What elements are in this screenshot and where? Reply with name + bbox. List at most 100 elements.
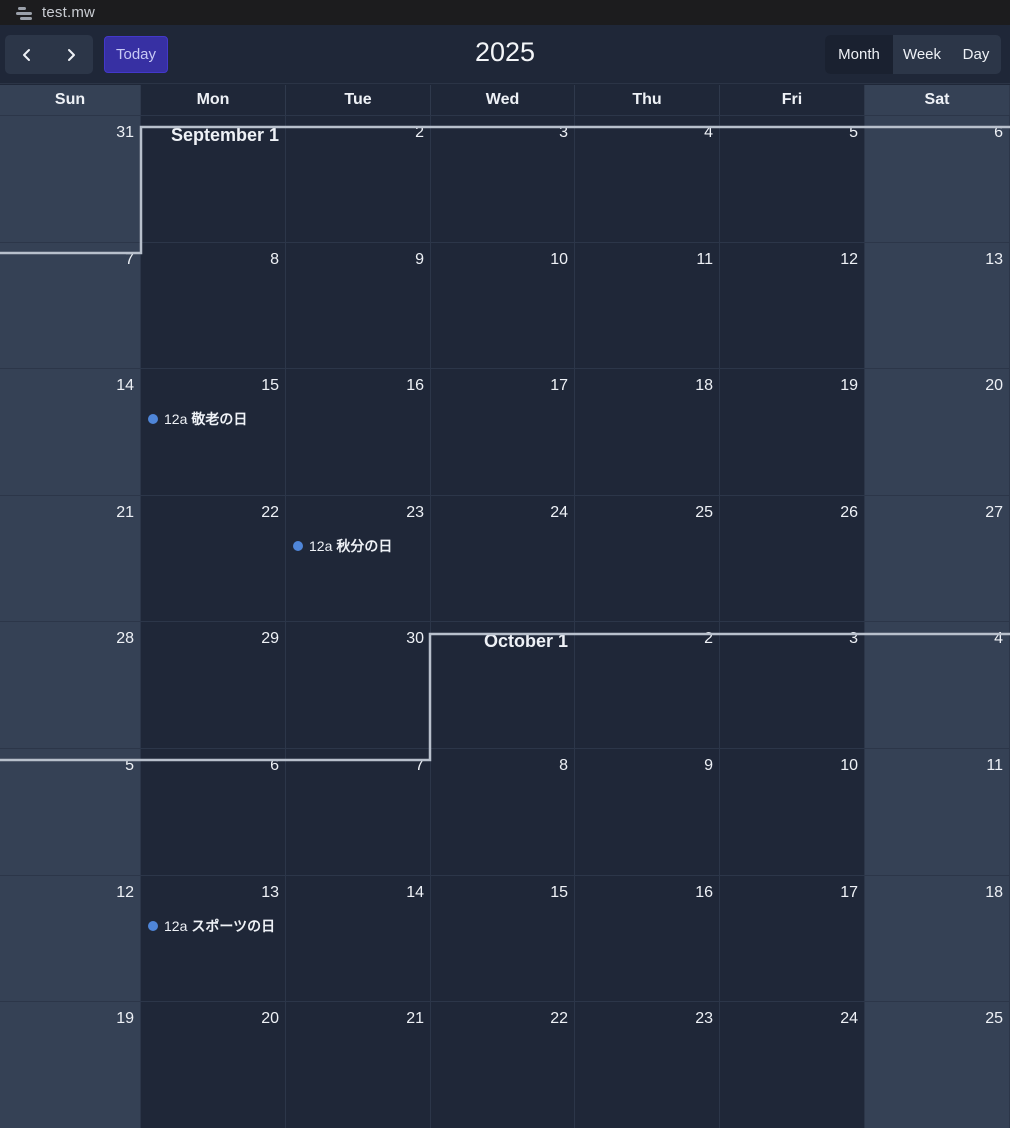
day-cell[interactable]: 9 xyxy=(286,242,431,368)
day-number[interactable]: 18 xyxy=(695,377,713,395)
calendar-event[interactable]: 12a 秋分の日 xyxy=(293,536,392,556)
day-number[interactable]: 18 xyxy=(985,884,1003,902)
day-cell[interactable]: 23 xyxy=(575,1001,720,1128)
day-number[interactable]: 4 xyxy=(704,124,713,142)
day-number[interactable]: 6 xyxy=(270,757,279,775)
day-cell[interactable]: 6 xyxy=(141,748,286,875)
day-cell[interactable]: 20 xyxy=(141,1001,286,1128)
day-cell[interactable]: 5 xyxy=(720,115,865,242)
day-cell[interactable]: 15 xyxy=(431,875,575,1001)
day-cell[interactable]: 8 xyxy=(141,242,286,368)
day-number[interactable]: 12 xyxy=(840,251,858,269)
day-number[interactable]: 27 xyxy=(985,504,1003,522)
day-number[interactable]: 3 xyxy=(559,124,568,142)
day-number[interactable]: 21 xyxy=(116,504,134,522)
day-cell[interactable]: 15 12a 敬老の日 xyxy=(141,368,286,495)
day-cell[interactable]: 10 xyxy=(431,242,575,368)
day-number[interactable]: 21 xyxy=(406,1010,424,1028)
day-cell[interactable]: 23 12a 秋分の日 xyxy=(286,495,431,621)
day-number[interactable]: 16 xyxy=(406,377,424,395)
day-cell[interactable]: 18 xyxy=(575,368,720,495)
day-number[interactable]: 10 xyxy=(550,251,568,269)
day-cell[interactable]: 18 xyxy=(865,875,1010,1001)
day-number[interactable]: 9 xyxy=(704,757,713,775)
day-cell[interactable]: 10 xyxy=(720,748,865,875)
day-number[interactable]: 31 xyxy=(116,124,134,142)
day-number[interactable]: 28 xyxy=(116,630,134,648)
day-number[interactable]: 13 xyxy=(985,251,1003,269)
day-number[interactable]: 4 xyxy=(994,630,1003,648)
day-number[interactable]: 22 xyxy=(550,1010,568,1028)
day-cell[interactable]: 31 xyxy=(0,115,141,242)
day-cell[interactable]: 30 xyxy=(286,621,431,748)
day-number[interactable]: 24 xyxy=(840,1010,858,1028)
day-cell[interactable]: 28 xyxy=(0,621,141,748)
day-cell[interactable]: 16 xyxy=(575,875,720,1001)
day-cell[interactable]: 17 xyxy=(720,875,865,1001)
day-number[interactable]: 2 xyxy=(704,630,713,648)
day-number[interactable]: 5 xyxy=(125,757,134,775)
day-number[interactable]: 7 xyxy=(415,757,424,775)
day-cell[interactable]: 19 xyxy=(720,368,865,495)
day-number[interactable]: 9 xyxy=(415,251,424,269)
day-cell[interactable]: 21 xyxy=(286,1001,431,1128)
day-cell[interactable]: 21 xyxy=(0,495,141,621)
day-number[interactable]: 25 xyxy=(985,1010,1003,1028)
day-number[interactable]: 15 xyxy=(261,377,279,395)
day-cell[interactable]: October 1 xyxy=(431,621,575,748)
day-number[interactable]: 30 xyxy=(406,630,424,648)
prev-button[interactable] xyxy=(5,35,49,74)
day-number[interactable]: 29 xyxy=(261,630,279,648)
day-number[interactable]: 20 xyxy=(261,1010,279,1028)
day-number[interactable]: 11 xyxy=(696,251,713,269)
day-cell[interactable]: 14 xyxy=(0,368,141,495)
day-cell[interactable]: 17 xyxy=(431,368,575,495)
day-cell[interactable]: September 1 xyxy=(141,115,286,242)
day-cell[interactable]: 29 xyxy=(141,621,286,748)
day-cell[interactable]: 24 xyxy=(431,495,575,621)
day-number[interactable]: 6 xyxy=(994,124,1003,142)
calendar-event[interactable]: 12a 敬老の日 xyxy=(148,409,247,429)
day-cell[interactable]: 12 xyxy=(0,875,141,1001)
day-number[interactable]: 14 xyxy=(406,884,424,902)
day-number[interactable]: 19 xyxy=(840,377,858,395)
day-number[interactable]: 2 xyxy=(415,124,424,142)
day-cell[interactable]: 13 xyxy=(865,242,1010,368)
day-cell[interactable]: 11 xyxy=(865,748,1010,875)
day-number[interactable]: 26 xyxy=(840,504,858,522)
day-cell[interactable]: 2 xyxy=(286,115,431,242)
calendar-event[interactable]: 12a スポーツの日 xyxy=(148,916,275,936)
view-month-button[interactable]: Month xyxy=(825,35,893,74)
view-day-button[interactable]: Day xyxy=(951,35,1001,74)
day-number[interactable]: 12 xyxy=(116,884,134,902)
view-week-button[interactable]: Week xyxy=(893,35,951,74)
day-cell[interactable]: 25 xyxy=(865,1001,1010,1128)
day-cell[interactable]: 3 xyxy=(431,115,575,242)
day-number[interactable]: 3 xyxy=(849,630,858,648)
day-number[interactable]: 14 xyxy=(116,377,134,395)
day-cell[interactable]: 19 xyxy=(0,1001,141,1128)
day-number[interactable]: 15 xyxy=(550,884,568,902)
day-number[interactable]: 20 xyxy=(985,377,1003,395)
day-cell[interactable]: 9 xyxy=(575,748,720,875)
day-number[interactable]: 19 xyxy=(116,1010,134,1028)
next-button[interactable] xyxy=(49,35,93,74)
day-cell[interactable]: 22 xyxy=(141,495,286,621)
day-number[interactable]: October 1 xyxy=(484,631,568,652)
day-cell[interactable]: 7 xyxy=(286,748,431,875)
day-number[interactable]: 8 xyxy=(559,757,568,775)
day-cell[interactable]: 3 xyxy=(720,621,865,748)
day-number[interactable]: 22 xyxy=(261,504,279,522)
day-cell[interactable]: 7 xyxy=(0,242,141,368)
day-cell[interactable]: 22 xyxy=(431,1001,575,1128)
day-cell[interactable]: 27 xyxy=(865,495,1010,621)
today-button[interactable]: Today xyxy=(104,36,168,73)
day-number[interactable]: 25 xyxy=(695,504,713,522)
day-number[interactable]: September 1 xyxy=(171,125,279,146)
day-number[interactable]: 23 xyxy=(406,504,424,522)
day-number[interactable]: 17 xyxy=(550,377,568,395)
day-number[interactable]: 8 xyxy=(270,251,279,269)
day-cell[interactable]: 14 xyxy=(286,875,431,1001)
day-number[interactable]: 7 xyxy=(125,251,134,269)
day-cell[interactable]: 5 xyxy=(0,748,141,875)
